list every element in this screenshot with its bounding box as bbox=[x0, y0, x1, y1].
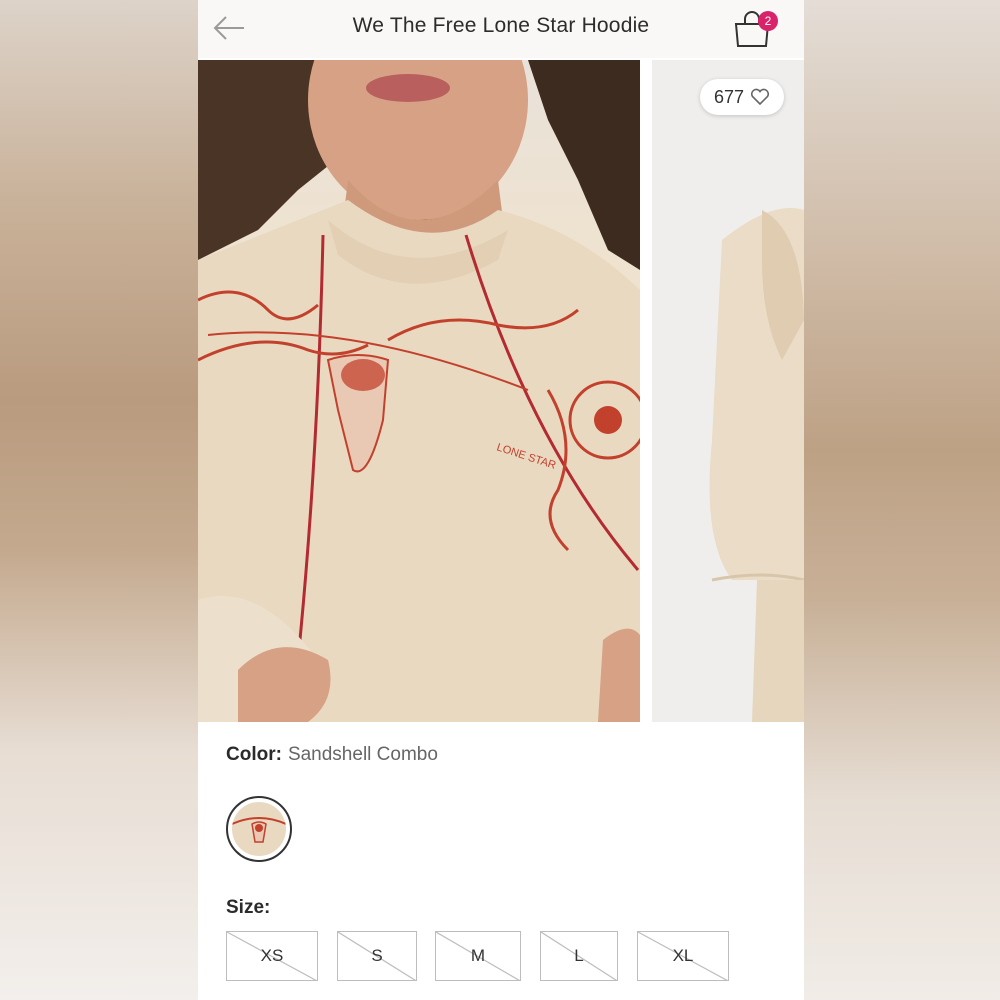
size-option-s[interactable]: S bbox=[337, 931, 417, 981]
like-count: 677 bbox=[713, 86, 745, 107]
background-left bbox=[0, 0, 198, 1000]
size-option-label: L bbox=[574, 946, 584, 965]
size-option-m[interactable]: M bbox=[435, 931, 521, 981]
size-option-xs[interactable]: XS bbox=[226, 931, 318, 981]
size-label: Size: bbox=[226, 897, 271, 918]
size-option-xl[interactable]: XL bbox=[637, 931, 729, 981]
size-option-label: S bbox=[371, 946, 383, 965]
background-right bbox=[804, 0, 1000, 1000]
product-image-carousel[interactable]: LONE STAR 677 bbox=[198, 60, 804, 722]
color-value: Sandshell Combo bbox=[287, 744, 438, 765]
color-label: Color: bbox=[226, 744, 282, 765]
app-screen: We The Free Lone Star Hoodie 2 LONE STAR… bbox=[198, 0, 804, 1000]
size-option-l[interactable]: L bbox=[540, 931, 618, 981]
size-option-label: XL bbox=[672, 946, 694, 965]
swatch-thumbnail bbox=[232, 802, 286, 856]
heart-outline-icon bbox=[750, 88, 770, 106]
color-swatch-sandshell-combo[interactable] bbox=[226, 796, 292, 862]
page-title: We The Free Lone Star Hoodie bbox=[352, 14, 650, 37]
product-photo-back[interactable] bbox=[652, 60, 804, 722]
size-option-label: M bbox=[470, 946, 486, 965]
like-button[interactable]: 677 bbox=[700, 79, 784, 115]
size-option-label: XS bbox=[260, 946, 284, 965]
color-selection: Color: Sandshell Combo bbox=[226, 744, 438, 766]
product-photo-front[interactable]: LONE STAR bbox=[198, 60, 640, 722]
cart-count-badge: 2 bbox=[758, 11, 778, 31]
top-bar: We The Free Lone Star Hoodie 2 bbox=[198, 0, 804, 58]
